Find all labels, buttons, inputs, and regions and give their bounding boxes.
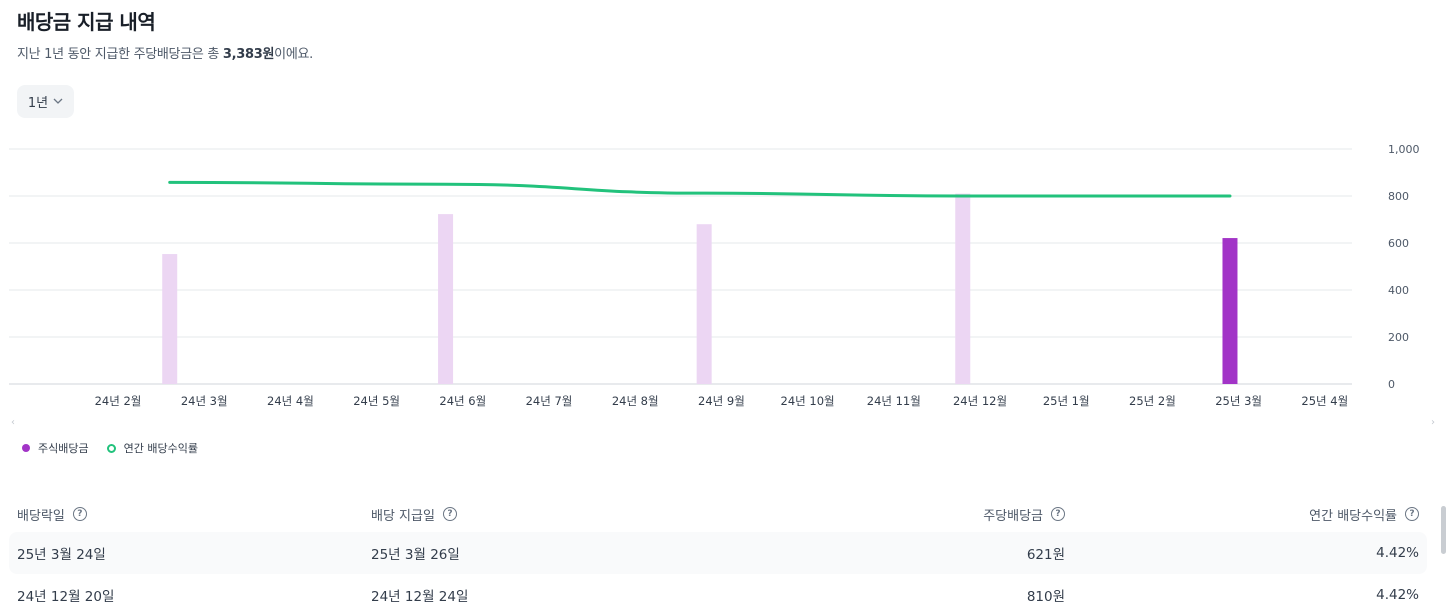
table-header-row: 배당락일 ? 배당 지급일 ? 주당배당금 ? 연간 배당수익률 ? — [9, 496, 1427, 532]
x-tick-label: 25년 3월 — [1215, 394, 1262, 408]
page-scrollbar[interactable] — [1441, 506, 1446, 554]
chart-scroll-right-icon[interactable]: › — [1431, 417, 1435, 428]
table-row: 25년 3월 24일 25년 3월 26일 621원 4.42% — [9, 532, 1427, 574]
ex-dividend-date: 24년 12월 20일 — [17, 589, 115, 605]
period-dropdown[interactable]: 1년 — [17, 85, 74, 118]
x-tick-label: 24년 9월 — [698, 394, 745, 408]
ex-dividend-date: 25년 3월 24일 — [17, 547, 106, 563]
help-icon[interactable]: ? — [1405, 507, 1419, 521]
y-tick-label: 200 — [1388, 331, 1409, 344]
header-label: 주당배당금 — [983, 508, 1043, 524]
dividend-bar — [1222, 238, 1238, 384]
dividend-per-share: 810원 — [1026, 589, 1065, 605]
header-dividend-per-share: 주당배당금 ? — [983, 496, 1065, 532]
page-title: 배당금 지급 내역 — [17, 10, 156, 34]
x-tick-label: 24년 4월 — [267, 394, 314, 408]
header-label: 배당락일 — [17, 508, 65, 524]
chevron-down-icon — [53, 96, 63, 107]
y-tick-label: 400 — [1388, 284, 1409, 297]
legend-label-dividend: 주식배당금 — [38, 442, 89, 455]
yield-line — [168, 180, 1232, 198]
payment-date: 24년 12월 24일 — [371, 589, 469, 605]
help-icon[interactable]: ? — [72, 507, 87, 521]
payment-date: 25년 3월 26일 — [371, 547, 460, 563]
help-icon[interactable]: ? — [1051, 507, 1065, 521]
legend-label-yield: 연간 배당수익률 — [123, 442, 198, 455]
annual-yield: 4.42% — [1376, 587, 1419, 603]
dividend-per-share: 621원 — [1026, 547, 1065, 563]
dividend-history-table: 배당락일 ? 배당 지급일 ? 주당배당금 ? 연간 배당수익률 ? 25년 3… — [9, 496, 1427, 616]
period-label: 1년 — [27, 96, 49, 111]
x-tick-label: 25년 4월 — [1301, 394, 1348, 408]
x-tick-label: 24년 11월 — [867, 394, 921, 408]
x-tick-label: 24년 2월 — [95, 394, 142, 408]
chart-scroll-left-icon[interactable]: ‹ — [11, 417, 15, 428]
x-tick-label: 24년 10월 — [781, 394, 835, 408]
summary-amount: 3,383원 — [222, 47, 275, 62]
y-tick-label: 600 — [1388, 237, 1409, 250]
summary-text: 지난 1년 동안 지급한 주당배당금은 총 3,383원이에요. — [17, 43, 313, 62]
x-tick-label: 24년 12월 — [953, 394, 1007, 408]
dividend-bar — [696, 224, 712, 384]
y-tick-label: 0 — [1388, 378, 1395, 391]
annual-yield: 4.42% — [1376, 545, 1419, 561]
header-payment-date: 배당 지급일 ? — [371, 496, 457, 532]
x-tick-label: 24년 6월 — [439, 394, 486, 408]
chart-legend: 주식배당금 연간 배당수익률 — [22, 440, 198, 456]
x-tick-label: 25년 1월 — [1043, 394, 1090, 408]
header-annual-yield: 연간 배당수익률 ? — [1309, 496, 1419, 532]
legend-dot-dividend — [22, 444, 30, 452]
x-tick-label: 24년 3월 — [181, 394, 228, 408]
summary-prefix: 지난 1년 동안 지급한 주당배당금은 총 — [17, 47, 223, 62]
dividend-bar — [955, 193, 971, 384]
dividend-bar — [162, 254, 178, 384]
x-tick-label: 25년 2월 — [1129, 394, 1176, 408]
x-tick-label: 24년 8월 — [612, 394, 659, 408]
legend-dot-yield — [106, 443, 116, 453]
dividend-chart: 1,000 800 600 400 200 0 24년 2월 24년 3월 24년 4월 24년 … — [9, 143, 1420, 408]
dividend-bar — [438, 214, 454, 384]
table-row: 24년 12월 20일 24년 12월 24일 810원 4.42% — [9, 574, 1427, 616]
legend-item-dividend: 주식배당금 — [22, 440, 89, 456]
help-icon[interactable]: ? — [442, 507, 457, 521]
legend-item-yield: 연간 배당수익률 — [106, 440, 198, 456]
header-label: 연간 배당수익률 — [1309, 508, 1397, 524]
x-tick-label: 24년 5월 — [353, 394, 400, 408]
header-ex-dividend-date: 배당락일 ? — [17, 496, 87, 532]
x-tick-label: 24년 7월 — [526, 394, 573, 408]
summary-suffix: 이에요. — [274, 47, 313, 62]
y-tick-label: 1,000 — [1388, 143, 1420, 156]
y-tick-label: 800 — [1388, 190, 1409, 203]
header-label: 배당 지급일 — [371, 508, 435, 524]
